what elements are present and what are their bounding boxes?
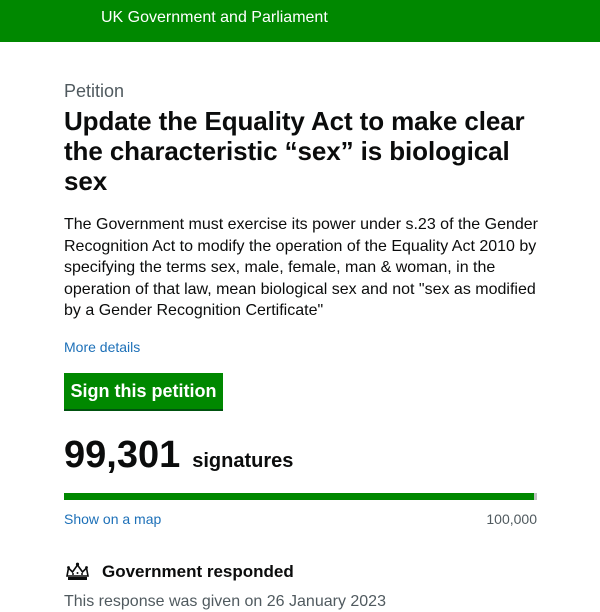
government-response-heading: Government responded bbox=[64, 562, 539, 582]
progress-footer: Show on a map 100,000 bbox=[64, 510, 537, 528]
site-header: UK Government and Parliament bbox=[0, 0, 600, 42]
page-caption: Petition bbox=[64, 81, 125, 101]
signature-progress-bar bbox=[64, 492, 537, 500]
petition-title: Update the Equality Act to make clear th… bbox=[64, 106, 525, 196]
crown-icon bbox=[66, 562, 89, 580]
signature-count: 99,301 signatures bbox=[64, 433, 539, 477]
signature-progress-fill bbox=[64, 492, 534, 500]
sign-petition-button[interactable]: Sign this petition bbox=[64, 372, 223, 409]
petition-main: Petition Update the Equality Act to make… bbox=[64, 80, 539, 612]
site-title[interactable]: UK Government and Parliament bbox=[101, 8, 328, 28]
signature-target: 100,000 bbox=[486, 510, 537, 527]
signature-count-label: signatures bbox=[192, 449, 294, 472]
more-details-link[interactable]: More details bbox=[64, 338, 140, 356]
response-title: Government responded bbox=[102, 561, 294, 581]
petition-summary: The Government must exercise its power u… bbox=[64, 216, 539, 319]
signature-count-number: 99,301 bbox=[64, 433, 181, 476]
response-date: This response was given on 26 January 20… bbox=[64, 592, 386, 610]
show-on-map-link[interactable]: Show on a map bbox=[64, 510, 161, 528]
